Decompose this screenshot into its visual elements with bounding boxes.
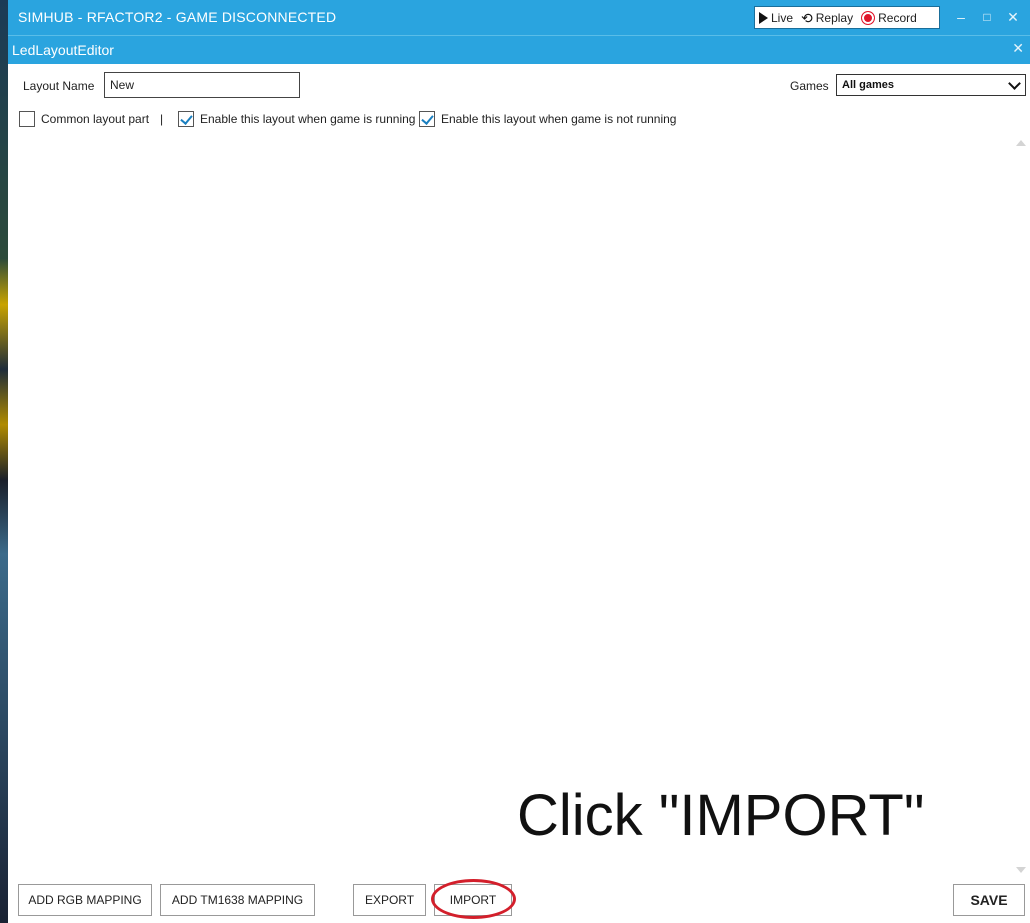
close-window-button[interactable]: ✕	[1004, 8, 1022, 26]
checkmark-icon	[180, 112, 193, 125]
replay-label: Replay	[815, 10, 854, 25]
playback-toolbar: Live ⟲ Replay Record	[754, 6, 940, 29]
enable-not-running-checkbox[interactable]	[419, 111, 435, 127]
replay-icon: ⟲	[801, 9, 813, 26]
enable-not-running-label: Enable this layout when game is not runn…	[441, 112, 677, 126]
window-title: SIMHUB - RFACTOR2 - GAME DISCONNECTED	[18, 9, 337, 25]
record-button[interactable]: Record	[857, 7, 921, 28]
play-icon	[759, 11, 768, 24]
enable-running-label: Enable this layout when game is running	[200, 112, 416, 126]
add-tm1638-mapping-button[interactable]: ADD TM1638 MAPPING	[160, 884, 315, 916]
instruction-annotation: Click "IMPORT"	[517, 783, 925, 848]
editor-close-button[interactable]: ✕	[1012, 40, 1024, 57]
record-label: Record	[878, 10, 917, 25]
live-label: Live	[771, 10, 794, 25]
window-titlebar: SIMHUB - RFACTOR2 - GAME DISCONNECTED Li…	[8, 0, 1030, 35]
minimize-button[interactable]: –	[952, 8, 970, 26]
games-selected-value: All games	[842, 79, 894, 91]
maximize-button[interactable]: □	[978, 8, 996, 26]
editor-header: LedLayoutEditor ✕	[8, 35, 1030, 64]
import-highlight-ring	[431, 879, 516, 919]
editor-title: LedLayoutEditor	[12, 42, 114, 58]
games-label: Games	[790, 79, 829, 93]
add-rgb-mapping-button[interactable]: ADD RGB MAPPING	[18, 884, 152, 916]
checkmark-icon	[421, 112, 434, 125]
save-button[interactable]: SAVE	[953, 884, 1025, 916]
scroll-down-arrow[interactable]	[1016, 867, 1026, 873]
common-layout-checkbox[interactable]	[19, 111, 35, 127]
scroll-up-arrow[interactable]	[1016, 140, 1026, 146]
replay-button[interactable]: ⟲ Replay	[797, 7, 857, 28]
export-button[interactable]: EXPORT	[353, 884, 426, 916]
record-icon	[861, 10, 876, 25]
common-layout-label: Common layout part	[41, 112, 150, 126]
enable-running-checkbox[interactable]	[178, 111, 194, 127]
chevron-down-icon	[1008, 77, 1021, 90]
layout-name-label: Layout Name	[23, 79, 95, 93]
games-dropdown[interactable]: All games	[836, 74, 1026, 96]
layout-name-input[interactable]	[104, 72, 300, 98]
background-app-strip	[0, 0, 8, 923]
live-button[interactable]: Live	[755, 7, 797, 28]
options-separator: |	[160, 112, 164, 126]
